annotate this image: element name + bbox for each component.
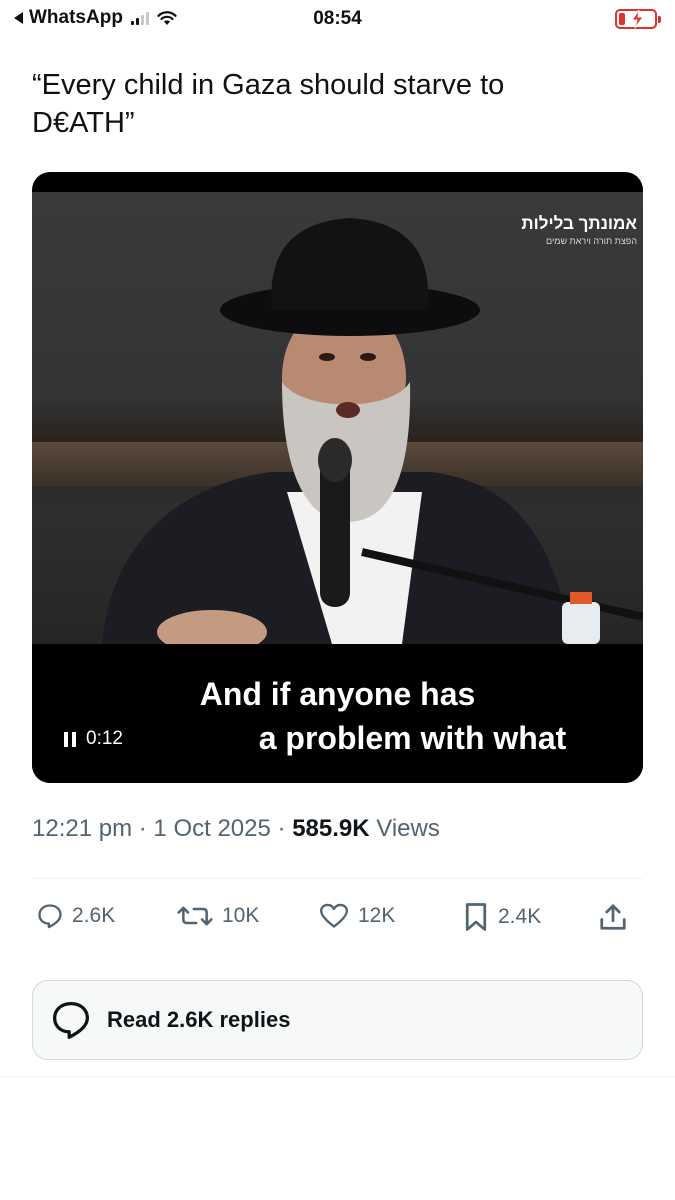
subtitle-line-2: a problem with what: [258, 720, 567, 756]
like-count: 12K: [358, 904, 396, 927]
tweet-meta: 12:21 pm · 1 Oct 2025 · 585.9K Views: [32, 815, 440, 843]
elapsed-time: 0:12: [86, 728, 123, 749]
channel-logo-text: אמונתך בלילות: [521, 214, 637, 233]
bookmark-button[interactable]: 2.4K: [462, 902, 541, 932]
video-frame: אמונתך בלילות הפצת תורה ויראת שמים: [32, 192, 643, 644]
post-date: 1 Oct 2025: [153, 815, 271, 842]
channel-tagline: הפצת תורה ויראת שמים: [546, 236, 637, 246]
bookmark-icon: [465, 903, 487, 931]
reply-count: 2.6K: [72, 904, 116, 927]
views-label: Views: [376, 815, 440, 842]
reply-button[interactable]: 2.6K: [36, 902, 115, 930]
channel-watermark: אמונתך בלילות הפצת תורה ויראת שמים: [521, 214, 637, 246]
reply-icon: [38, 904, 62, 929]
bookmark-count: 2.4K: [498, 905, 542, 928]
read-replies-label: Read 2.6K replies: [107, 1007, 291, 1032]
action-bar: 2.6K 10K 12K 2.4K: [36, 902, 636, 942]
like-button[interactable]: 12K: [318, 902, 395, 930]
heart-icon: [319, 903, 348, 928]
share-button[interactable]: [598, 902, 636, 932]
subtitle-line-1: And if anyone has: [199, 676, 476, 712]
read-replies-button[interactable]: Read 2.6K replies: [32, 980, 643, 1060]
video-player[interactable]: אמונתך בלילות הפצת תורה ויראת שמים And i…: [32, 172, 643, 783]
divider: [0, 1076, 675, 1077]
playback-controls: 0:12: [64, 728, 123, 750]
speech-bubble-icon: [53, 1002, 89, 1039]
battery-icon: [615, 9, 661, 29]
meta-separator: ·: [138, 815, 147, 842]
share-icon: [600, 904, 626, 930]
status-time: 08:54: [313, 8, 362, 29]
status-bar: WhatsApp 08:54: [0, 0, 675, 40]
divider: [32, 878, 643, 879]
tweet-text: “Every child in Gaza should starve to D€…: [32, 69, 505, 139]
repost-button[interactable]: 10K: [176, 902, 259, 930]
repost-count: 10K: [222, 904, 260, 927]
post-time: 12:21 pm: [32, 815, 133, 842]
repost-icon: [177, 906, 213, 926]
video-subtitle: And if anyone has a problem with what: [32, 672, 643, 760]
speaker-image: [102, 218, 643, 644]
views-count[interactable]: 585.9K: [292, 815, 369, 842]
meta-separator: ·: [277, 815, 286, 842]
charging-bolt-icon: [631, 9, 644, 29]
pause-icon[interactable]: [64, 731, 76, 747]
